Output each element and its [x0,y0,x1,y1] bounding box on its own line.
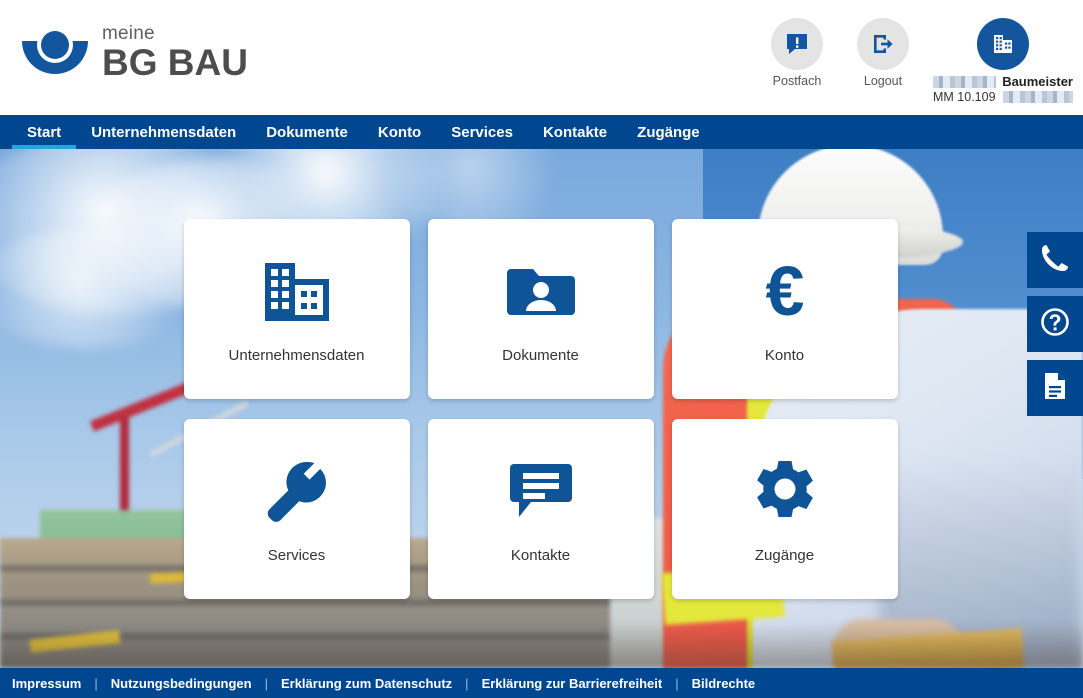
tile-services[interactable]: Services [183,418,410,599]
nav-item-kontakte[interactable]: Kontakte [528,115,622,149]
tile-label: Dokumente [502,347,579,364]
bgbau-logo-mark-icon [22,30,88,77]
footer-link-datenschutz[interactable]: Erklärung zum Datenschutz [281,676,452,691]
tile-grid: Unternehmensdaten Dokumente € Konto Serv… [183,218,898,599]
document-button[interactable] [1027,360,1083,416]
bgbau-logo[interactable]: meine BG BAU [22,24,248,83]
office-building-icon [263,253,331,331]
page-root: meine BG BAU Postfach Logout Baumeister … [0,0,1083,698]
nav-item-unternehmensdaten[interactable]: Unternehmensdaten [76,115,251,149]
tile-label: Kontakte [510,547,571,564]
footer-link-barrierefreiheit[interactable]: Erklärung zur Barrierefreiheit [482,676,663,691]
euro-sign-icon: € [749,253,821,331]
gear-icon [752,453,818,531]
user-name-row: Baumeister [933,74,1073,89]
header: meine BG BAU Postfach Logout Baumeister … [0,0,1083,115]
document-icon [1040,371,1070,406]
wrench-icon [264,453,330,531]
logo-top-text: meine [102,23,155,44]
folder-person-icon [506,253,575,331]
nav-item-start[interactable]: Start [12,115,77,149]
footer-link-bildrechte[interactable]: Bildrechte [692,676,756,691]
tile-label: Unternehmensdaten [228,347,365,364]
footer-separator: | [94,675,98,691]
postfach-label: Postfach [772,74,822,88]
help-button[interactable] [1027,296,1083,352]
tile-dokumente[interactable]: Dokumente [427,218,654,399]
logout-arrow-icon [857,18,909,70]
logo-text: meine BG BAU [102,24,248,83]
user-account-button[interactable]: Baumeister MM 10.109 [933,18,1073,104]
user-last-name: Baumeister [1002,74,1073,89]
nav-item-dokumente[interactable]: Dokumente [251,115,363,149]
logout-label: Logout [863,74,903,88]
message-alert-icon [771,18,823,70]
tile-unternehmensdaten[interactable]: Unternehmensdaten [183,218,410,399]
svg-text:€: € [765,259,804,325]
postfach-button[interactable]: Postfach [761,18,833,88]
redacted-user-id [1002,91,1073,103]
footer: Impressum | Nutzungsbedingungen | Erklär… [0,668,1083,698]
footer-link-impressum[interactable]: Impressum [12,676,81,691]
footer-link-nutzungsbedingungen[interactable]: Nutzungsbedingungen [111,676,252,691]
tile-label: Services [267,547,326,564]
main-navigation: Start Unternehmensdaten Dokumente Konto … [0,115,1083,149]
tile-zugaenge[interactable]: Zugänge [671,418,898,599]
phone-icon [1040,243,1070,278]
tile-kontakte[interactable]: Kontakte [427,418,654,599]
user-id-row: MM 10.109 [933,90,1073,104]
tile-label: Konto [764,347,805,364]
tile-label: Zugänge [754,547,815,564]
question-mark-circle-icon [1040,307,1070,342]
user-avatar [977,18,1029,70]
footer-separator: | [675,675,679,691]
logout-button[interactable]: Logout [847,18,919,88]
header-actions: Postfach Logout Baumeister MM 10.109 [761,18,1073,104]
tile-area: Unternehmensdaten Dokumente € Konto Serv… [0,149,1083,668]
logo-main-text: BG BAU [102,42,248,83]
user-id-label: MM 10.109 [933,90,996,104]
contact-phone-button[interactable] [1027,232,1083,288]
nav-item-konto[interactable]: Konto [363,115,436,149]
footer-separator: | [465,675,469,691]
footer-separator: | [264,675,268,691]
nav-item-zugaenge[interactable]: Zugänge [622,115,715,149]
tile-konto[interactable]: € Konto [671,218,898,399]
nav-item-services[interactable]: Services [436,115,528,149]
side-action-bar [1027,232,1083,416]
redacted-first-name [933,75,997,88]
speech-bubble-icon [509,453,573,531]
